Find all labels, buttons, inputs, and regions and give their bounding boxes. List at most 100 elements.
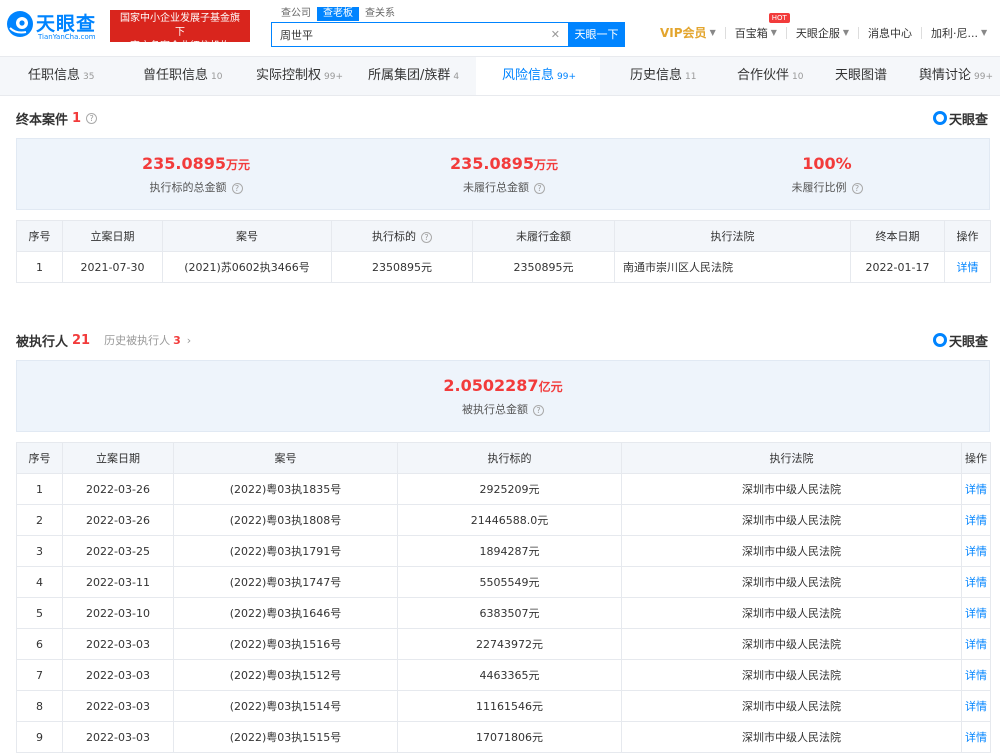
search-box: ✕ [271,22,569,47]
cell-index: 2 [16,504,63,536]
cell-court: 深圳市中级人民法院 [621,566,962,598]
cell-index: 1 [16,251,63,283]
chevron-down-icon: ▼ [842,28,850,37]
help-icon[interactable]: ? [86,112,98,124]
baibao-menu[interactable]: 百宝箱 ▼ HOT [735,12,790,41]
stat-label: 被执行总金额? [393,401,613,417]
qifu-menu[interactable]: 天眼企服 ▼ [796,25,849,41]
tab-history[interactable]: 历史信息 11 [630,57,696,95]
help-icon[interactable]: ? [534,183,545,194]
section-title-executed: 被执行人 21 历史被执行人 3 › [16,331,191,350]
cell-case-number: (2022)粤03执1808号 [173,504,398,536]
help-icon[interactable]: ? [533,405,544,416]
tab-groups[interactable]: 所属集团/族群 4 [368,57,459,95]
stat-executed-total: 2.0502287亿元 被执行总金额? [393,376,613,417]
search-tab-company[interactable]: 查公司 [275,7,317,21]
vip-menu[interactable]: VIP会员 ▼ [660,24,716,41]
table-row: 4 2022-03-11 (2022)粤03执1747号 5505549元 深圳市中级人… [16,566,991,598]
cell-case-number: (2022)粤03执1835号 [173,473,398,505]
table-row: 1 2021-07-30 (2021)苏0602执3466号 2350895元 … [16,251,991,283]
cell-court: 深圳市中级人民法院 [621,473,962,505]
tab-label: 天眼图谱 [835,68,888,83]
history-executed-link[interactable]: 历史被执行人 3 › [104,332,191,348]
tab-positions[interactable]: 任职信息 35 [28,57,94,95]
profile-tabs: 任职信息 35 曾任职信息 10 实际控制权 99+ 所属集团/族群 4 风险信息 99+… [0,56,1000,96]
search-input[interactable] [280,23,540,46]
help-icon[interactable]: ? [851,183,863,194]
search-type-tabs: 查公司 查老板 查关系 [275,7,401,21]
tab-label: 任职信息 [28,68,81,83]
logo-text: 天眼查 [36,13,97,35]
tianyancha-logo-icon [932,333,947,347]
details-link[interactable]: 详情 [961,504,991,536]
cell-court: 深圳市中级人民法院 [621,690,962,722]
search-button[interactable]: 天眼一下 [568,22,625,47]
details-link[interactable]: 详情 [961,535,991,567]
search-tab-relation[interactable]: 查关系 [359,7,401,21]
cell-index: 5 [16,597,63,629]
cell-filing-date: 2021-07-30 [62,251,163,283]
tab-count: 99+ [557,72,577,82]
tab-graph[interactable]: 天眼图谱 [835,57,890,95]
tab-count: 99+ [974,72,994,82]
cell-amount: 17071806元 [397,721,622,753]
top-nav: VIP会员 ▼ 百宝箱 ▼ HOT 天眼企服 ▼ 消息中心 加利·尼... ▼ [660,12,987,41]
cell-index: 7 [16,659,63,691]
details-link[interactable]: 详情 [944,251,991,283]
tab-count: 35 [83,72,95,82]
message-center-link[interactable]: 消息中心 [868,25,912,41]
details-link[interactable]: 详情 [961,628,991,660]
site-logo[interactable]: 天眼查 TianYanCha.com [6,8,104,44]
table-row: 9 2022-03-03 (2022)粤03执1515号 17071806元 深圳市中级… [16,721,991,753]
help-icon[interactable]: ? [231,183,243,194]
details-link[interactable]: 详情 [961,721,991,753]
stat-value: 2.0502287亿元 [443,376,563,395]
column-header: 操作 [961,442,991,474]
stat-value: 100% [802,154,852,173]
details-link[interactable]: 详情 [961,566,991,598]
cell-case-number: (2022)粤03执1646号 [173,597,398,629]
brand-text: 天眼查 [948,334,988,350]
cell-amount: 22743972元 [397,628,622,660]
tab-opinion[interactable]: 舆情讨论 99+ [919,57,993,95]
cell-filing-date: 2022-03-26 [62,473,174,505]
tab-actual-control[interactable]: 实际控制权 99+ [256,57,343,95]
details-link[interactable]: 详情 [961,659,991,691]
cell-filing-date: 2022-03-03 [62,690,174,722]
search-tab-boss[interactable]: 查老板 [317,7,359,21]
chevron-down-icon: ▼ [709,28,716,37]
stat-label: 未履行比例? [717,179,937,195]
cell-index: 9 [16,721,63,753]
tab-label: 曾任职信息 [143,68,209,83]
table-header-row: 序号 立案日期 案号 执行标的 执行法院 操作 [16,442,991,474]
cell-filing-date: 2022-03-03 [62,721,174,753]
details-link[interactable]: 详情 [961,473,991,505]
details-link[interactable]: 详情 [961,597,991,629]
cell-filing-date: 2022-03-26 [62,504,174,536]
tianyancha-logo-icon [932,111,947,125]
cell-unpaid: 2350895元 [472,251,615,283]
section-count: 1 [72,110,82,126]
tab-partners[interactable]: 合作伙伴 10 [737,57,803,95]
section-title-final-cases: 终本案件 1 ? [16,109,98,128]
cell-end-date: 2022-01-17 [850,251,945,283]
help-icon[interactable]: ? [421,232,432,243]
executed-summary: 2.0502287亿元 被执行总金额? [16,360,990,432]
stat-label: 执行标的总金额? [86,179,306,195]
tab-risk-info[interactable]: 风险信息 99+ [476,57,600,95]
chevron-down-icon: ▼ [770,28,777,37]
stat-total-amount: 235.0895万元 执行标的总金额? [86,154,306,195]
tab-former-positions[interactable]: 曾任职信息 10 [143,57,222,95]
column-header: 序号 [16,442,63,474]
brand-text: 天眼查 [948,112,988,128]
table-row: 3 2022-03-25 (2022)粤03执1791号 1894287元 深圳市中级人… [16,535,991,567]
clear-icon[interactable]: ✕ [551,28,560,41]
cell-amount: 6383507元 [397,597,622,629]
user-menu[interactable]: 加利·尼... ▼ [931,25,987,41]
gov-badge-line2: 官方备案企业征信机构 [130,41,230,52]
final-cases-table: 序号 立案日期 案号 执行标的? 未履行金额 执行法院 终本日期 操作 1 20… [16,220,991,283]
details-link[interactable]: 详情 [961,690,991,722]
final-cases-summary: 235.0895万元 执行标的总金额? 235.0895万元 未履行总金额? 1… [16,138,990,210]
executed-table: 序号 立案日期 案号 执行标的 执行法院 操作 1 2022-03-26 (2022… [16,442,991,753]
cell-filing-date: 2022-03-11 [62,566,174,598]
